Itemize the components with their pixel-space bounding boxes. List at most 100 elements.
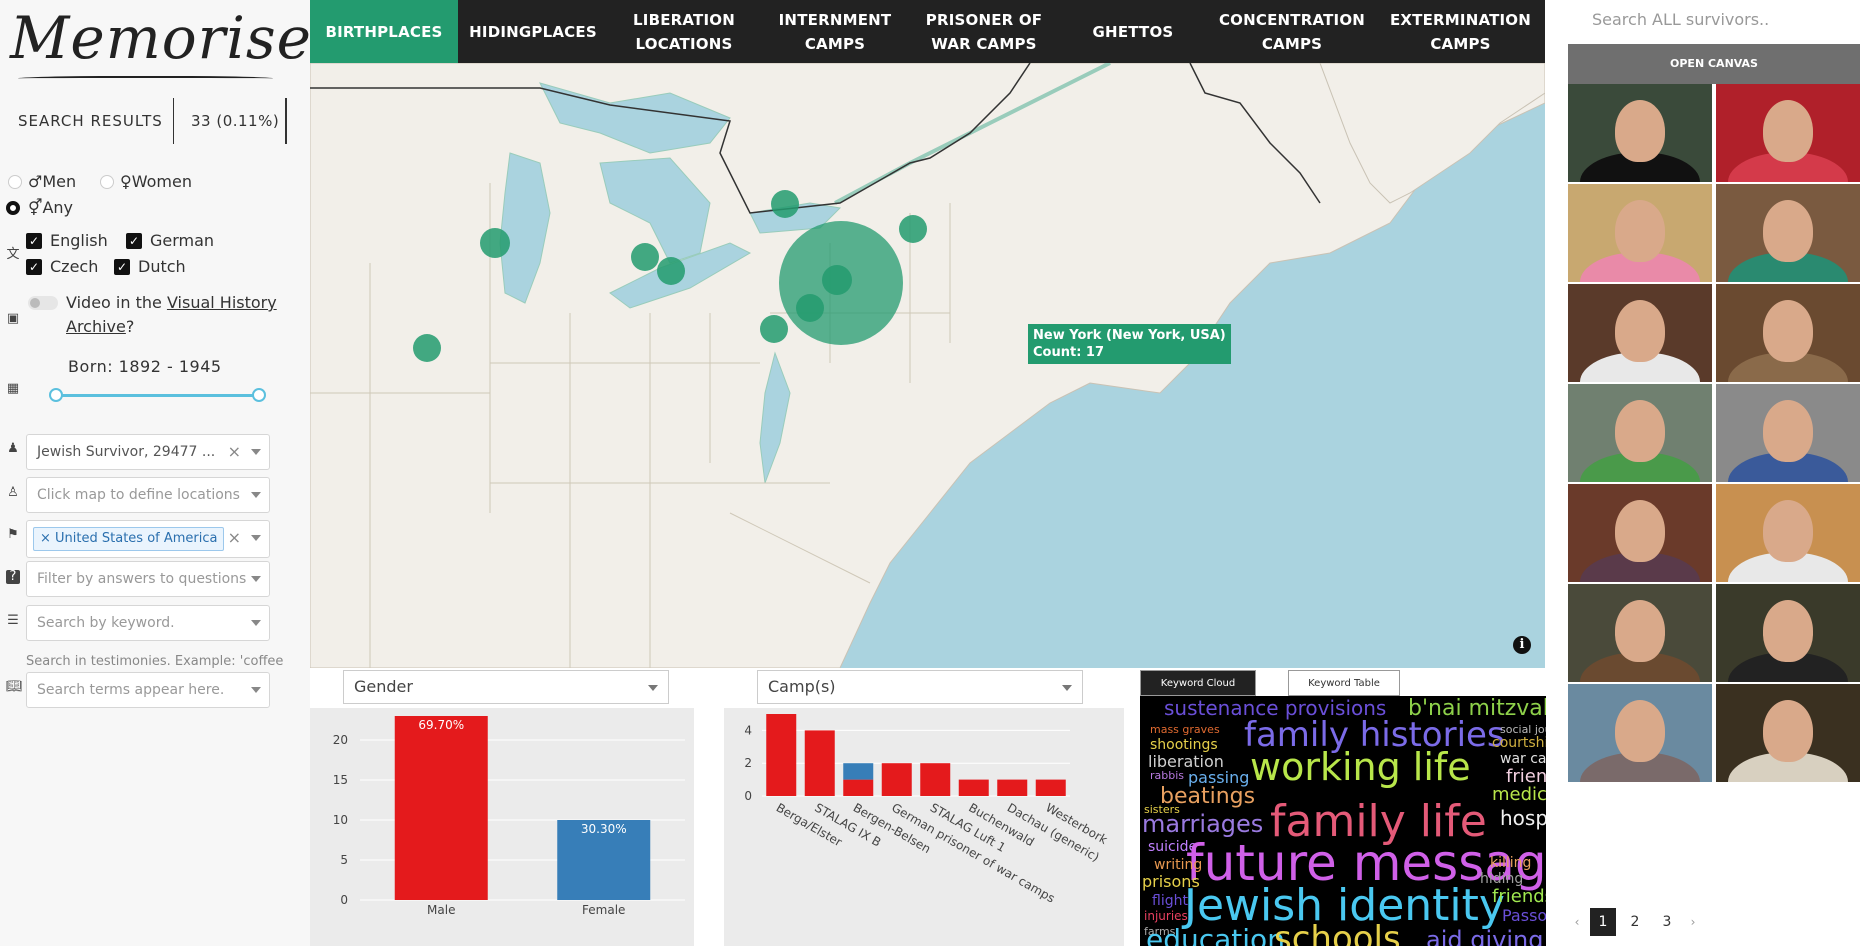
- language-icon: 文: [6, 247, 20, 262]
- chevron-down-icon[interactable]: [1062, 685, 1072, 691]
- bubble-new-jersey[interactable]: [796, 294, 824, 322]
- app-logo[interactable]: Memorise: [10, 4, 312, 72]
- tab-liberation-locations[interactable]: LIBERATION LOCATIONS: [608, 0, 760, 63]
- bubble-erie[interactable]: [657, 257, 685, 285]
- bubble-st-louis[interactable]: [413, 334, 441, 362]
- tab-prisoner-of-war-camps[interactable]: PRISONER OF WAR CAMPS: [910, 0, 1058, 63]
- thumbnail-face: [1763, 300, 1813, 362]
- questions-placeholder: Filter by answers to questions: [37, 571, 247, 587]
- bar: [766, 714, 797, 796]
- radio-any[interactable]: [6, 201, 20, 215]
- checkbox-english[interactable]: ✓: [26, 233, 42, 249]
- survivor-thumbnail[interactable]: [1716, 384, 1860, 482]
- terms-select[interactable]: Search terms appear here.: [26, 672, 270, 708]
- bubble-albany[interactable]: [771, 190, 799, 218]
- survivor-thumbnail[interactable]: [1568, 484, 1712, 582]
- camps-dropdown[interactable]: Camp(s): [757, 670, 1083, 704]
- chevron-down-icon[interactable]: [251, 687, 261, 693]
- tab-extermination-camps[interactable]: EXTERMINATION CAMPS: [1376, 0, 1545, 63]
- survivor-thumbnail[interactable]: [1716, 284, 1860, 382]
- clear-icon[interactable]: ×: [228, 521, 241, 555]
- tab-ghettos[interactable]: GHETTOS: [1058, 0, 1208, 63]
- questions-select[interactable]: Filter by answers to questions: [26, 561, 270, 597]
- survivor-thumbnail[interactable]: [1568, 184, 1712, 282]
- radio-men-label: ♂Men: [28, 172, 77, 191]
- results-divider: [173, 98, 174, 144]
- radio-men[interactable]: [8, 175, 22, 189]
- clear-icon[interactable]: ×: [228, 435, 241, 469]
- page-1[interactable]: 1: [1590, 908, 1616, 936]
- tab-internment-camps[interactable]: INTERNMENT CAMPS: [760, 0, 910, 63]
- camps-chart-svg: 024Berga/ElsterSTALAG IX BBergen-BelsenG…: [744, 714, 1110, 906]
- survivor-thumbnail[interactable]: [1716, 484, 1860, 582]
- checkbox-czech[interactable]: ✓: [26, 259, 42, 275]
- terms-placeholder: Search terms appear here.: [37, 682, 225, 698]
- survivor-thumbnail[interactable]: [1568, 584, 1712, 682]
- bubble-philadelphia[interactable]: [760, 315, 788, 343]
- chevron-down-icon[interactable]: [251, 620, 261, 626]
- comment-icon: ☰: [7, 613, 19, 628]
- tab-birthplaces[interactable]: BIRTHPLACES: [310, 0, 458, 63]
- survivor-thumbnail[interactable]: [1716, 84, 1860, 182]
- bar: [997, 779, 1028, 796]
- tag-remove-icon[interactable]: ×: [40, 531, 55, 546]
- birthplace-map[interactable]: i: [310, 63, 1545, 668]
- page-prev[interactable]: ‹: [1570, 908, 1584, 936]
- bar: [881, 763, 912, 796]
- search-results-count: 33 (0.11%): [191, 112, 280, 130]
- tab-keyword-table[interactable]: Keyword Table: [1288, 670, 1400, 696]
- survivor-type-select[interactable]: Jewish Survivor, 29477 ... ×: [26, 434, 270, 470]
- vha-toggle[interactable]: [28, 296, 58, 310]
- survivor-thumbnail[interactable]: [1716, 584, 1860, 682]
- survivor-thumbnail[interactable]: [1716, 184, 1860, 282]
- survivor-thumbnail[interactable]: [1568, 684, 1712, 782]
- survivor-thumbnail[interactable]: [1568, 384, 1712, 482]
- locations-select[interactable]: Click map to define locations: [26, 477, 270, 513]
- born-slider-min-handle[interactable]: [49, 388, 63, 402]
- survivor-thumbnail[interactable]: [1568, 284, 1712, 382]
- checkbox-dutch-label: Dutch: [138, 257, 186, 276]
- tab-hidingplaces[interactable]: HIDINGPLACES: [458, 0, 608, 63]
- born-slider-track[interactable]: [56, 394, 262, 397]
- thumbnail-face: [1615, 700, 1665, 762]
- video-camera-icon: ▣: [6, 311, 20, 326]
- keyword-cloud-image[interactable]: sustenance provisions b'nai mitzvah mass…: [1140, 696, 1546, 946]
- tab-concentration-camps[interactable]: CONCENTRATION CAMPS: [1208, 0, 1376, 63]
- page-2[interactable]: 2: [1622, 908, 1648, 936]
- search-all-input[interactable]: Search ALL survivors..: [1568, 0, 1867, 40]
- bar: [804, 730, 835, 796]
- vha-link-archive[interactable]: Archive: [66, 317, 126, 336]
- bubble-boston[interactable]: [899, 215, 927, 243]
- gender-dropdown[interactable]: Gender: [343, 670, 669, 704]
- y-tick-label: 4: [744, 723, 752, 737]
- chevron-down-icon[interactable]: [251, 492, 261, 498]
- open-canvas-button[interactable]: OPEN CANVAS: [1568, 44, 1860, 84]
- bubble-nyc-city[interactable]: [822, 265, 852, 295]
- results-divider-right: [285, 98, 287, 144]
- info-icon[interactable]: i: [1513, 636, 1531, 654]
- country-select[interactable]: × United States of America ×: [26, 520, 270, 558]
- survivor-thumbnail[interactable]: [1716, 684, 1860, 782]
- bubble-chicago[interactable]: [480, 228, 510, 258]
- born-slider-max-handle[interactable]: [252, 388, 266, 402]
- keyword-select[interactable]: Search by keyword.: [26, 605, 270, 641]
- checkbox-dutch[interactable]: ✓: [114, 259, 130, 275]
- bubble-cleveland[interactable]: [631, 243, 659, 271]
- checkbox-german[interactable]: ✓: [126, 233, 142, 249]
- thumbnail-face: [1615, 100, 1665, 162]
- testimony-hint: Search in testimonies. Example: 'coffee: [26, 654, 284, 669]
- y-tick-label: 15: [333, 773, 348, 787]
- chevron-down-icon[interactable]: [251, 535, 261, 541]
- survivor-thumbnail[interactable]: [1568, 84, 1712, 182]
- vha-link[interactable]: Visual History: [167, 293, 277, 312]
- chevron-down-icon[interactable]: [251, 449, 261, 455]
- page-3[interactable]: 3: [1654, 908, 1680, 936]
- logo-underline: [18, 76, 273, 82]
- chevron-down-icon[interactable]: [251, 576, 261, 582]
- keyword-placeholder: Search by keyword.: [37, 615, 175, 631]
- page-next[interactable]: ›: [1686, 908, 1700, 936]
- tab-keyword-cloud[interactable]: Keyword Cloud: [1140, 670, 1256, 696]
- radio-women[interactable]: [100, 175, 114, 189]
- chevron-down-icon[interactable]: [648, 685, 658, 691]
- map-canvas[interactable]: [310, 63, 1545, 668]
